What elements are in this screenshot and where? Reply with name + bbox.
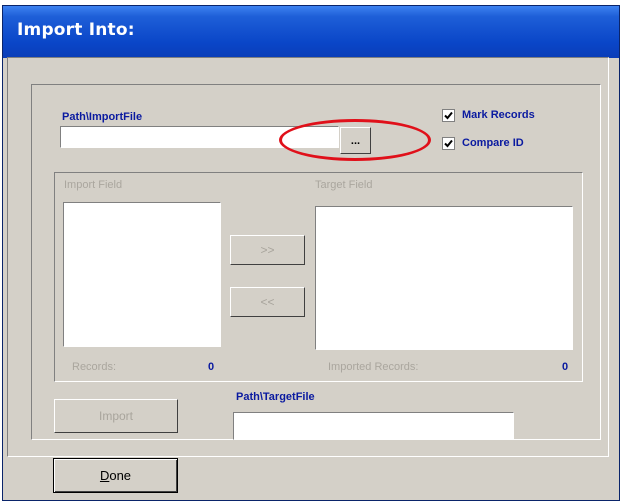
checkmark-icon: [444, 139, 453, 148]
target-file-input[interactable]: [233, 412, 514, 440]
import-field-label: Import Field: [64, 179, 123, 191]
compare-id-checkbox[interactable]: [442, 137, 455, 150]
done-button[interactable]: Done: [53, 458, 178, 493]
window-title: Import Into:: [17, 20, 135, 40]
done-mnemonic: D: [99, 468, 110, 483]
import-button[interactable]: Import: [54, 399, 178, 433]
records-count: 0: [208, 361, 215, 373]
done-label: one: [109, 468, 132, 483]
imported-records-label: Imported Records:: [328, 361, 419, 373]
records-label: Records:: [72, 361, 117, 373]
target-field-label: Target Field: [315, 179, 373, 191]
checkmark-icon: [444, 111, 453, 120]
browse-button[interactable]: ...: [340, 127, 371, 154]
compare-id-label: Compare ID: [462, 137, 524, 149]
add-field-button[interactable]: >>: [230, 235, 305, 265]
target-field-list[interactable]: [315, 206, 573, 350]
target-file-label: Path\TargetFile: [236, 391, 315, 403]
import-field-list[interactable]: [63, 202, 221, 347]
imported-records-count: 0: [562, 361, 569, 373]
mark-records-label: Mark Records: [462, 109, 535, 121]
import-file-label: Path\ImportFile: [62, 111, 143, 123]
import-file-input[interactable]: [60, 126, 339, 148]
remove-field-button[interactable]: <<: [230, 287, 305, 317]
mark-records-checkbox[interactable]: [442, 109, 455, 122]
title-bar[interactable]: Import Into:: [3, 6, 619, 58]
